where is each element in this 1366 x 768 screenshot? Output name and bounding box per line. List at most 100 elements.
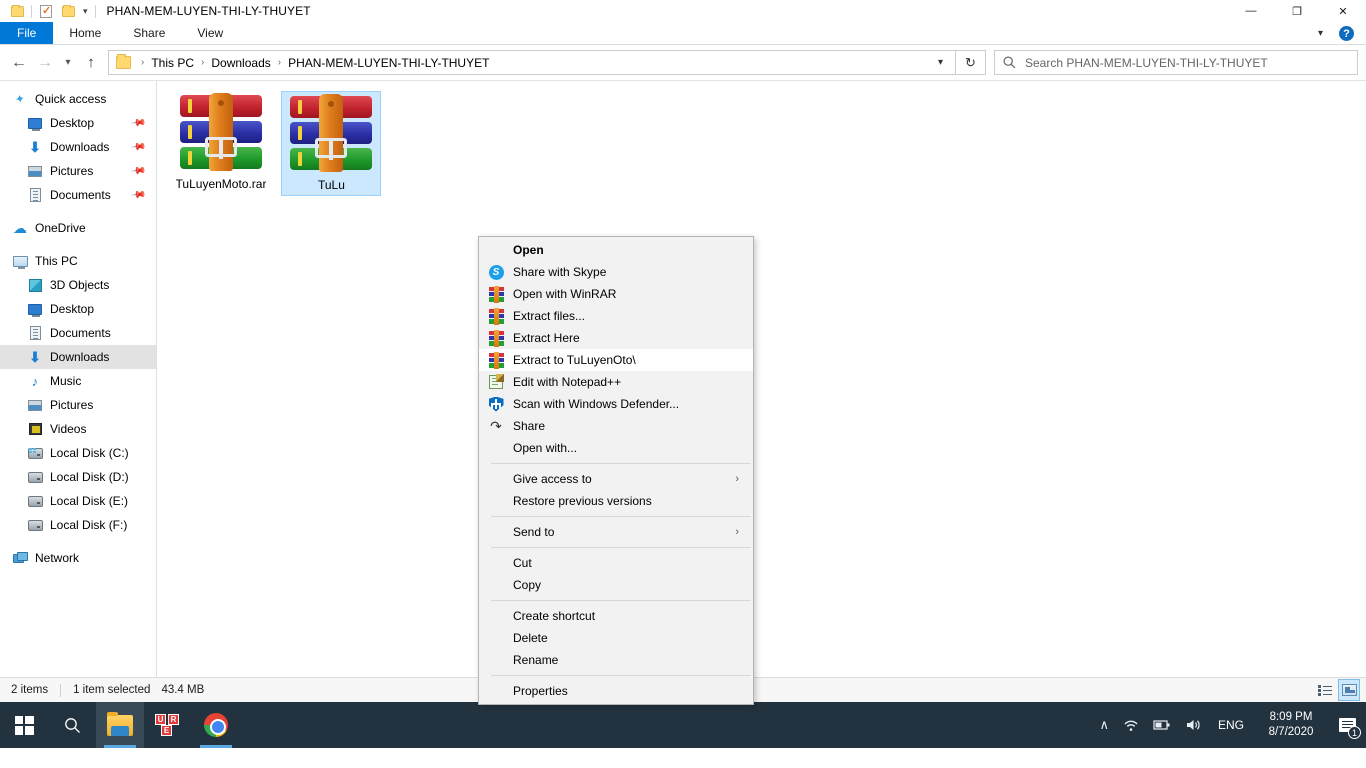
sidebar-item-documents-pc[interactable]: Documents bbox=[0, 321, 156, 345]
no-icon bbox=[488, 555, 504, 571]
large-icons-view-button[interactable] bbox=[1338, 679, 1360, 701]
menu-item-properties[interactable]: Properties bbox=[479, 680, 753, 702]
menu-item-open-with[interactable]: Open with... bbox=[479, 437, 753, 459]
sidebar-item-network[interactable]: Network bbox=[0, 546, 156, 570]
no-icon bbox=[488, 683, 504, 699]
tab-share[interactable]: Share bbox=[117, 22, 181, 44]
sidebar-item-downloads-pc[interactable]: ⬇ Downloads bbox=[0, 345, 156, 369]
file-list[interactable]: TuLuyenMoto.rar TuLu Open S Share with S… bbox=[157, 81, 1366, 705]
menu-item-extract-here[interactable]: Extract Here bbox=[479, 327, 753, 349]
network-icon bbox=[12, 550, 28, 566]
properties-checkbox-icon[interactable] bbox=[35, 1, 57, 21]
menu-item-copy[interactable]: Copy bbox=[479, 574, 753, 596]
volume-icon[interactable] bbox=[1178, 702, 1208, 748]
wifi-icon[interactable] bbox=[1116, 702, 1146, 748]
sidebar-item-this-pc[interactable]: This PC bbox=[0, 249, 156, 273]
menu-item-open[interactable]: Open bbox=[479, 239, 753, 261]
menu-item-scan-with-defender[interactable]: Scan with Windows Defender... bbox=[479, 393, 753, 415]
share-icon: ↷ bbox=[490, 417, 502, 434]
taskbar-app-file-explorer[interactable] bbox=[96, 702, 144, 748]
sidebar-item-3d-objects[interactable]: 3D Objects bbox=[0, 273, 156, 297]
folder-icon[interactable] bbox=[6, 1, 28, 21]
menu-item-open-with-winrar[interactable]: Open with WinRAR bbox=[479, 283, 753, 305]
tab-home[interactable]: Home bbox=[53, 22, 117, 44]
language-indicator[interactable]: ENG bbox=[1208, 718, 1254, 732]
menu-item-extract-to-folder[interactable]: Extract to TuLuyenOto\ bbox=[479, 349, 753, 371]
menu-item-share[interactable]: ↷ Share bbox=[479, 415, 753, 437]
sidebar-item-local-disk-e[interactable]: Local Disk (E:) bbox=[0, 489, 156, 513]
sidebar-item-local-disk-f[interactable]: Local Disk (F:) bbox=[0, 513, 156, 537]
quick-access-toolbar: ▾ bbox=[6, 1, 99, 21]
tab-file[interactable]: File bbox=[0, 22, 54, 44]
pin-icon[interactable]: 📌 bbox=[129, 187, 146, 203]
start-button[interactable] bbox=[0, 702, 48, 748]
refresh-button[interactable]: ↻ bbox=[956, 50, 986, 75]
details-view-button[interactable] bbox=[1314, 679, 1336, 701]
clock[interactable]: 8:09 PM 8/7/2020 bbox=[1254, 710, 1328, 740]
up-button[interactable]: ↑ bbox=[78, 50, 104, 76]
context-menu[interactable]: Open S Share with Skype Open with WinRAR… bbox=[478, 236, 754, 705]
new-folder-icon[interactable] bbox=[57, 1, 79, 21]
forward-button[interactable]: → bbox=[32, 50, 58, 76]
sidebar-item-videos[interactable]: Videos bbox=[0, 417, 156, 441]
sidebar-item-onedrive[interactable]: ☁ OneDrive bbox=[0, 216, 156, 240]
menu-item-give-access-to[interactable]: Give access to › bbox=[479, 468, 753, 490]
minimize-button[interactable]: — bbox=[1228, 0, 1274, 22]
file-item[interactable]: TuLuyenMoto.rar bbox=[171, 91, 271, 194]
file-item[interactable]: TuLu bbox=[281, 91, 382, 196]
chevron-down-icon[interactable]: ▾ bbox=[79, 1, 92, 21]
sidebar-item-downloads[interactable]: ⬇ Downloads 📌 bbox=[0, 135, 156, 159]
sidebar-item-music[interactable]: ♪ Music bbox=[0, 369, 156, 393]
taskbar-app-unikey[interactable]: U R E bbox=[144, 702, 192, 748]
search-input[interactable]: Search PHAN-MEM-LUYEN-THI-LY-THUYET bbox=[1025, 56, 1268, 70]
menu-item-delete[interactable]: Delete bbox=[479, 627, 753, 649]
sidebar-item-pictures-pc[interactable]: Pictures bbox=[0, 393, 156, 417]
menu-item-send-to[interactable]: Send to › bbox=[479, 521, 753, 543]
menu-item-edit-with-notepadpp[interactable]: Edit with Notepad++ bbox=[479, 371, 753, 393]
ribbon-collapse-chevron-icon[interactable]: ▾ bbox=[1312, 28, 1329, 39]
sidebar-item-local-disk-c[interactable]: Local Disk (C:) bbox=[0, 441, 156, 465]
menu-item-create-shortcut[interactable]: Create shortcut bbox=[479, 605, 753, 627]
disk-icon bbox=[27, 517, 43, 533]
battery-icon[interactable] bbox=[1146, 702, 1178, 748]
sidebar-item-local-disk-d[interactable]: Local Disk (D:) bbox=[0, 465, 156, 489]
sidebar-item-label: Documents bbox=[50, 326, 111, 340]
breadcrumb-item-this-pc[interactable]: This PC bbox=[148, 56, 197, 70]
breadcrumb[interactable]: › This PC › Downloads › PHAN-MEM-LUYEN-T… bbox=[108, 50, 956, 75]
maximize-restore-button[interactable]: ❐ bbox=[1274, 0, 1320, 22]
menu-item-rename[interactable]: Rename bbox=[479, 649, 753, 671]
help-button[interactable]: ? bbox=[1339, 26, 1354, 41]
tab-view[interactable]: View bbox=[181, 22, 239, 44]
close-button[interactable]: ✕ bbox=[1320, 0, 1366, 22]
pin-icon[interactable]: 📌 bbox=[129, 139, 146, 155]
pin-icon[interactable]: 📌 bbox=[129, 115, 146, 131]
back-button[interactable]: ← bbox=[6, 50, 32, 76]
sidebar-item-desktop-pc[interactable]: Desktop bbox=[0, 297, 156, 321]
menu-item-label: Restore previous versions bbox=[513, 494, 652, 508]
file-name-label: TuLuyenMoto.rar bbox=[175, 177, 267, 191]
unikey-tile-u: U bbox=[155, 714, 166, 725]
no-icon bbox=[488, 440, 504, 456]
no-icon bbox=[488, 493, 504, 509]
no-icon bbox=[488, 471, 504, 487]
sidebar-item-desktop[interactable]: Desktop 📌 bbox=[0, 111, 156, 135]
pin-icon[interactable]: 📌 bbox=[129, 163, 146, 179]
sidebar-group-quick-access[interactable]: ✦ Quick access bbox=[0, 87, 156, 111]
breadcrumb-item-downloads[interactable]: Downloads bbox=[208, 56, 273, 70]
sidebar-item-documents[interactable]: Documents 📌 bbox=[0, 183, 156, 207]
menu-item-cut[interactable]: Cut bbox=[479, 552, 753, 574]
menu-item-share-with-skype[interactable]: S Share with Skype bbox=[479, 261, 753, 283]
menu-separator bbox=[491, 516, 751, 517]
menu-item-extract-files[interactable]: Extract files... bbox=[479, 305, 753, 327]
tray-expand-icon[interactable]: ∧ bbox=[1092, 702, 1116, 748]
search-taskbar-icon[interactable] bbox=[48, 702, 96, 748]
menu-item-restore-previous-versions[interactable]: Restore previous versions bbox=[479, 490, 753, 512]
sidebar-item-pictures[interactable]: Pictures 📌 bbox=[0, 159, 156, 183]
breadcrumb-dropdown-icon[interactable]: ▾ bbox=[930, 57, 951, 68]
breadcrumb-item-current[interactable]: PHAN-MEM-LUYEN-THI-LY-THUYET bbox=[285, 56, 492, 70]
notifications-button[interactable]: 1 bbox=[1328, 702, 1366, 748]
search-box[interactable]: Search PHAN-MEM-LUYEN-THI-LY-THUYET bbox=[994, 50, 1358, 75]
recent-locations-icon[interactable]: ▾ bbox=[58, 50, 78, 76]
taskbar-app-google-chrome[interactable] bbox=[192, 702, 240, 748]
